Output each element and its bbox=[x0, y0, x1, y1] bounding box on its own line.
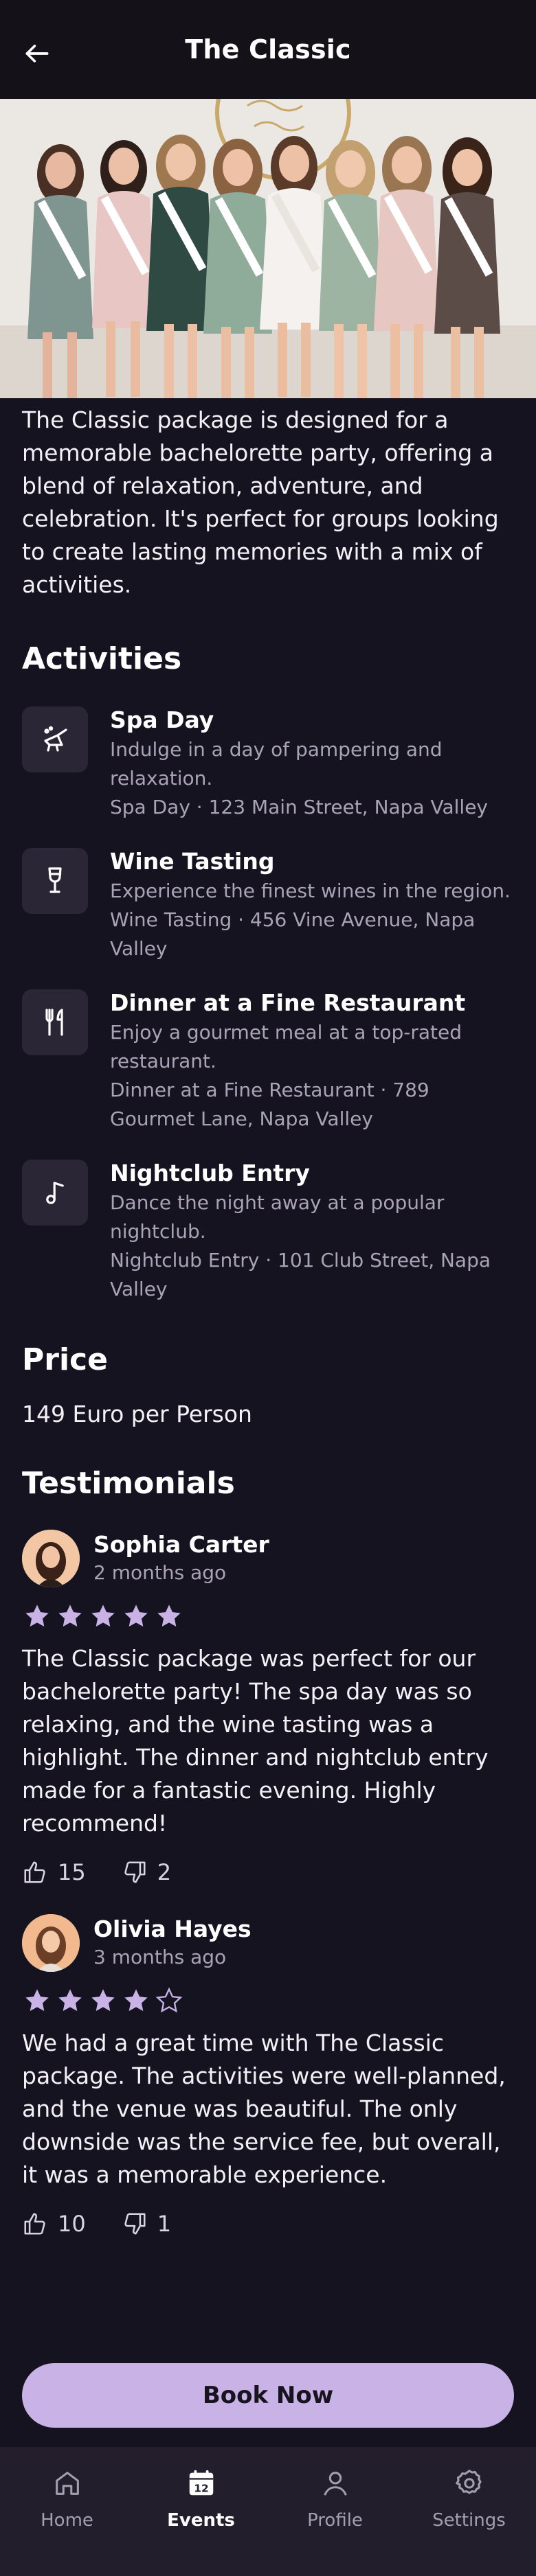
activity-name: Dinner at a Fine Restaurant bbox=[110, 989, 466, 1016]
nav-item-settings[interactable]: Settings bbox=[414, 2447, 524, 2531]
review-card: Olivia Hayes 3 months ago We had a great… bbox=[0, 1914, 536, 2237]
review-card: Sophia Carter 2 months ago The Classic p… bbox=[0, 1530, 536, 1885]
thumbs-up-icon bbox=[24, 1861, 45, 1883]
activity-icon-tile bbox=[22, 989, 88, 1055]
star-empty-icon bbox=[155, 1987, 183, 2013]
nav-item-events[interactable]: 12 Events bbox=[146, 2447, 256, 2531]
calendar-icon: 12 bbox=[189, 2470, 213, 2496]
wine-glass-icon bbox=[48, 867, 62, 893]
nav-item-home[interactable]: Home bbox=[12, 2447, 122, 2531]
dislike-button[interactable]: 1 bbox=[122, 2211, 171, 2237]
activity-location: Spa Day · 123 Main Street, Napa Valley bbox=[110, 796, 488, 818]
thumbs-down-icon bbox=[124, 2213, 146, 2235]
reviewer-name: Sophia Carter bbox=[93, 1531, 269, 1558]
review-date: 2 months ago bbox=[93, 1561, 227, 1584]
hero-image bbox=[0, 99, 536, 398]
activity-name: Nightclub Entry bbox=[110, 1160, 310, 1186]
activity-icon-tile bbox=[22, 706, 88, 772]
activity-item-wine-tasting[interactable]: Wine Tasting Experience the finest wines… bbox=[0, 848, 536, 963]
calendar-badge: 12 bbox=[194, 2483, 208, 2495]
activity-name: Spa Day bbox=[110, 706, 214, 733]
activity-description: Experience the finest wines in the regio… bbox=[110, 879, 511, 902]
like-count: 15 bbox=[58, 1859, 86, 1885]
activity-item-dinner[interactable]: Dinner at a Fine Restaurant Enjoy a gour… bbox=[0, 989, 536, 1134]
back-button[interactable] bbox=[15, 32, 59, 76]
activity-description: Indulge in a day of pampering and relaxa… bbox=[110, 738, 443, 790]
bottom-navigation: Home 12 Events Profile Settings bbox=[0, 2447, 536, 2576]
book-now-button[interactable]: Book Now bbox=[22, 2363, 514, 2428]
reviewer-name: Olivia Hayes bbox=[93, 1916, 252, 1942]
music-note-icon bbox=[46, 1182, 64, 1204]
activity-item-spa-day[interactable]: Spa Day Indulge in a day of pampering an… bbox=[0, 706, 536, 822]
nav-label: Profile bbox=[307, 2510, 363, 2531]
like-button[interactable]: 10 bbox=[22, 2211, 86, 2237]
arrow-left-icon bbox=[25, 45, 49, 62]
home-icon bbox=[55, 2472, 79, 2495]
activity-item-nightclub[interactable]: Nightclub Entry Dance the night away at … bbox=[0, 1160, 536, 1304]
nav-item-profile[interactable]: Profile bbox=[280, 2447, 390, 2531]
avatar bbox=[22, 1914, 80, 1972]
package-details: The Classic package is designed for a me… bbox=[0, 398, 536, 2237]
activity-icon-tile bbox=[22, 848, 88, 914]
dislike-button[interactable]: 2 bbox=[122, 1859, 171, 1885]
activity-location: Wine Tasting · 456 Vine Avenue, Napa Val… bbox=[110, 908, 476, 960]
price-heading: Price bbox=[22, 1342, 108, 1377]
nav-label: Events bbox=[167, 2510, 235, 2531]
activity-description: Enjoy a gourmet meal at a top-rated rest… bbox=[110, 1021, 462, 1072]
activity-location: Nightclub Entry · 101 Club Street, Napa … bbox=[110, 1249, 491, 1300]
review-date: 3 months ago bbox=[93, 1946, 227, 1968]
top-app-bar: The Classic bbox=[0, 0, 536, 99]
thumbs-down-icon bbox=[124, 1861, 146, 1883]
thumbs-up-icon bbox=[24, 2213, 45, 2235]
dislike-count: 2 bbox=[157, 1859, 172, 1885]
like-button[interactable]: 15 bbox=[22, 1859, 86, 1885]
dislike-count: 1 bbox=[157, 2211, 172, 2237]
activity-description: Dance the night away at a popular nightc… bbox=[110, 1191, 445, 1243]
star-filled-icon bbox=[58, 1989, 82, 2012]
testimonials-heading: Testimonials bbox=[22, 1466, 235, 1501]
review-text: The Classic package was perfect for our … bbox=[22, 1645, 489, 1837]
like-count: 10 bbox=[58, 2211, 86, 2237]
avatar bbox=[22, 1530, 80, 1587]
star-filled-icon bbox=[157, 1605, 181, 1627]
fork-knife-icon bbox=[45, 1009, 63, 1036]
activity-icon-tile bbox=[22, 1160, 88, 1226]
star-rating bbox=[22, 1987, 514, 2014]
activity-location: Dinner at a Fine Restaurant · 789 Gourme… bbox=[110, 1079, 429, 1130]
star-filled-icon bbox=[25, 1989, 49, 2012]
star-filled-icon bbox=[91, 1989, 115, 2012]
star-filled-icon bbox=[58, 1605, 82, 1627]
review-text: We had a great time with The Classic pac… bbox=[22, 2029, 506, 2188]
activities-heading: Activities bbox=[22, 641, 182, 676]
nav-label: Home bbox=[41, 2510, 93, 2531]
star-filled-icon bbox=[124, 1989, 148, 2012]
page-title: The Classic bbox=[185, 34, 351, 65]
activity-name: Wine Tasting bbox=[110, 848, 275, 875]
star-filled-icon bbox=[91, 1605, 115, 1627]
activities-list: Spa Day Indulge in a day of pampering an… bbox=[0, 706, 536, 1304]
star-filled-icon bbox=[25, 1605, 49, 1627]
package-description: The Classic package is designed for a me… bbox=[22, 406, 499, 598]
price-value: 149 Euro per Person bbox=[22, 1401, 252, 1427]
nav-label: Settings bbox=[432, 2510, 506, 2531]
spa-icon bbox=[44, 726, 67, 752]
person-icon bbox=[323, 2472, 347, 2496]
gear-icon bbox=[455, 2470, 482, 2494]
star-rating bbox=[22, 1602, 514, 1630]
star-filled-icon bbox=[124, 1605, 148, 1627]
